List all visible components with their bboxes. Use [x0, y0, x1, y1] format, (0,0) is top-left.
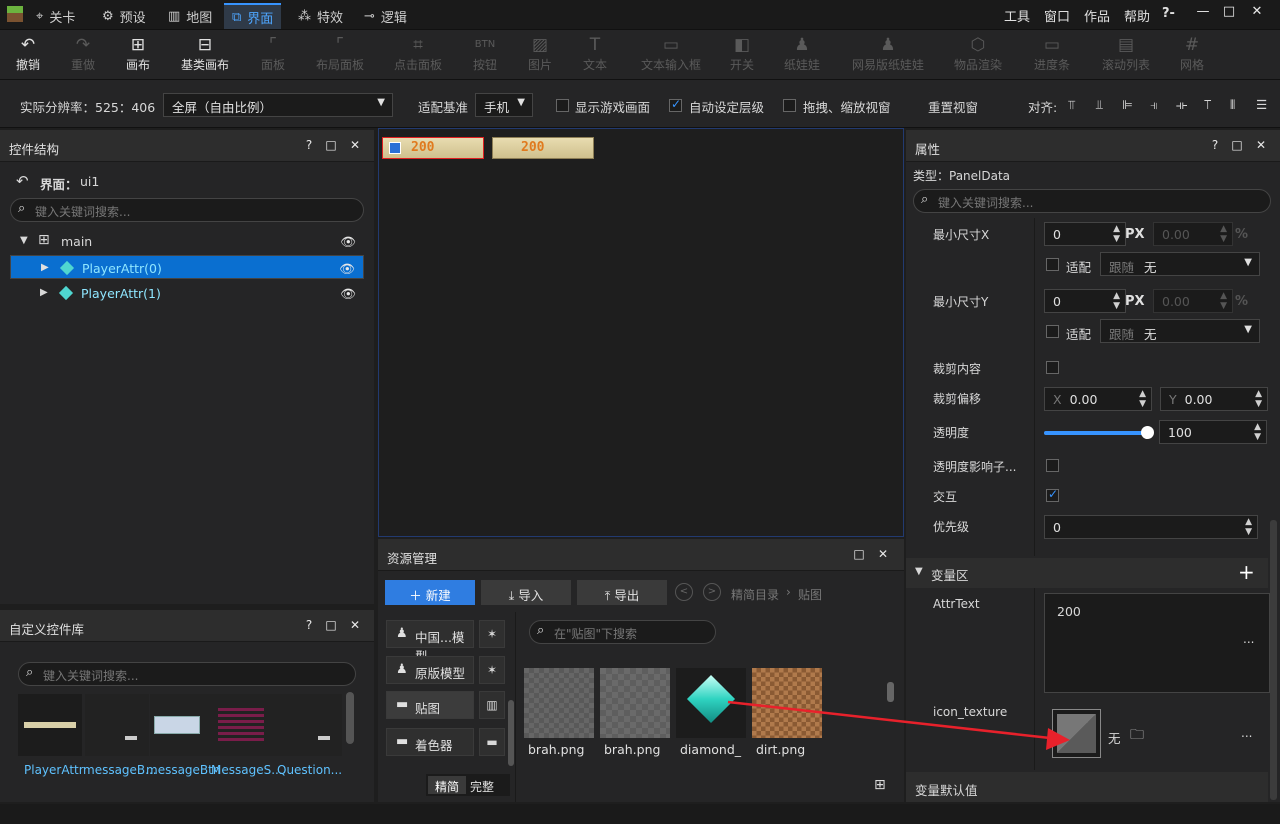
annotation-arrow: [727, 700, 1070, 750]
status-bar: [0, 804, 1280, 824]
